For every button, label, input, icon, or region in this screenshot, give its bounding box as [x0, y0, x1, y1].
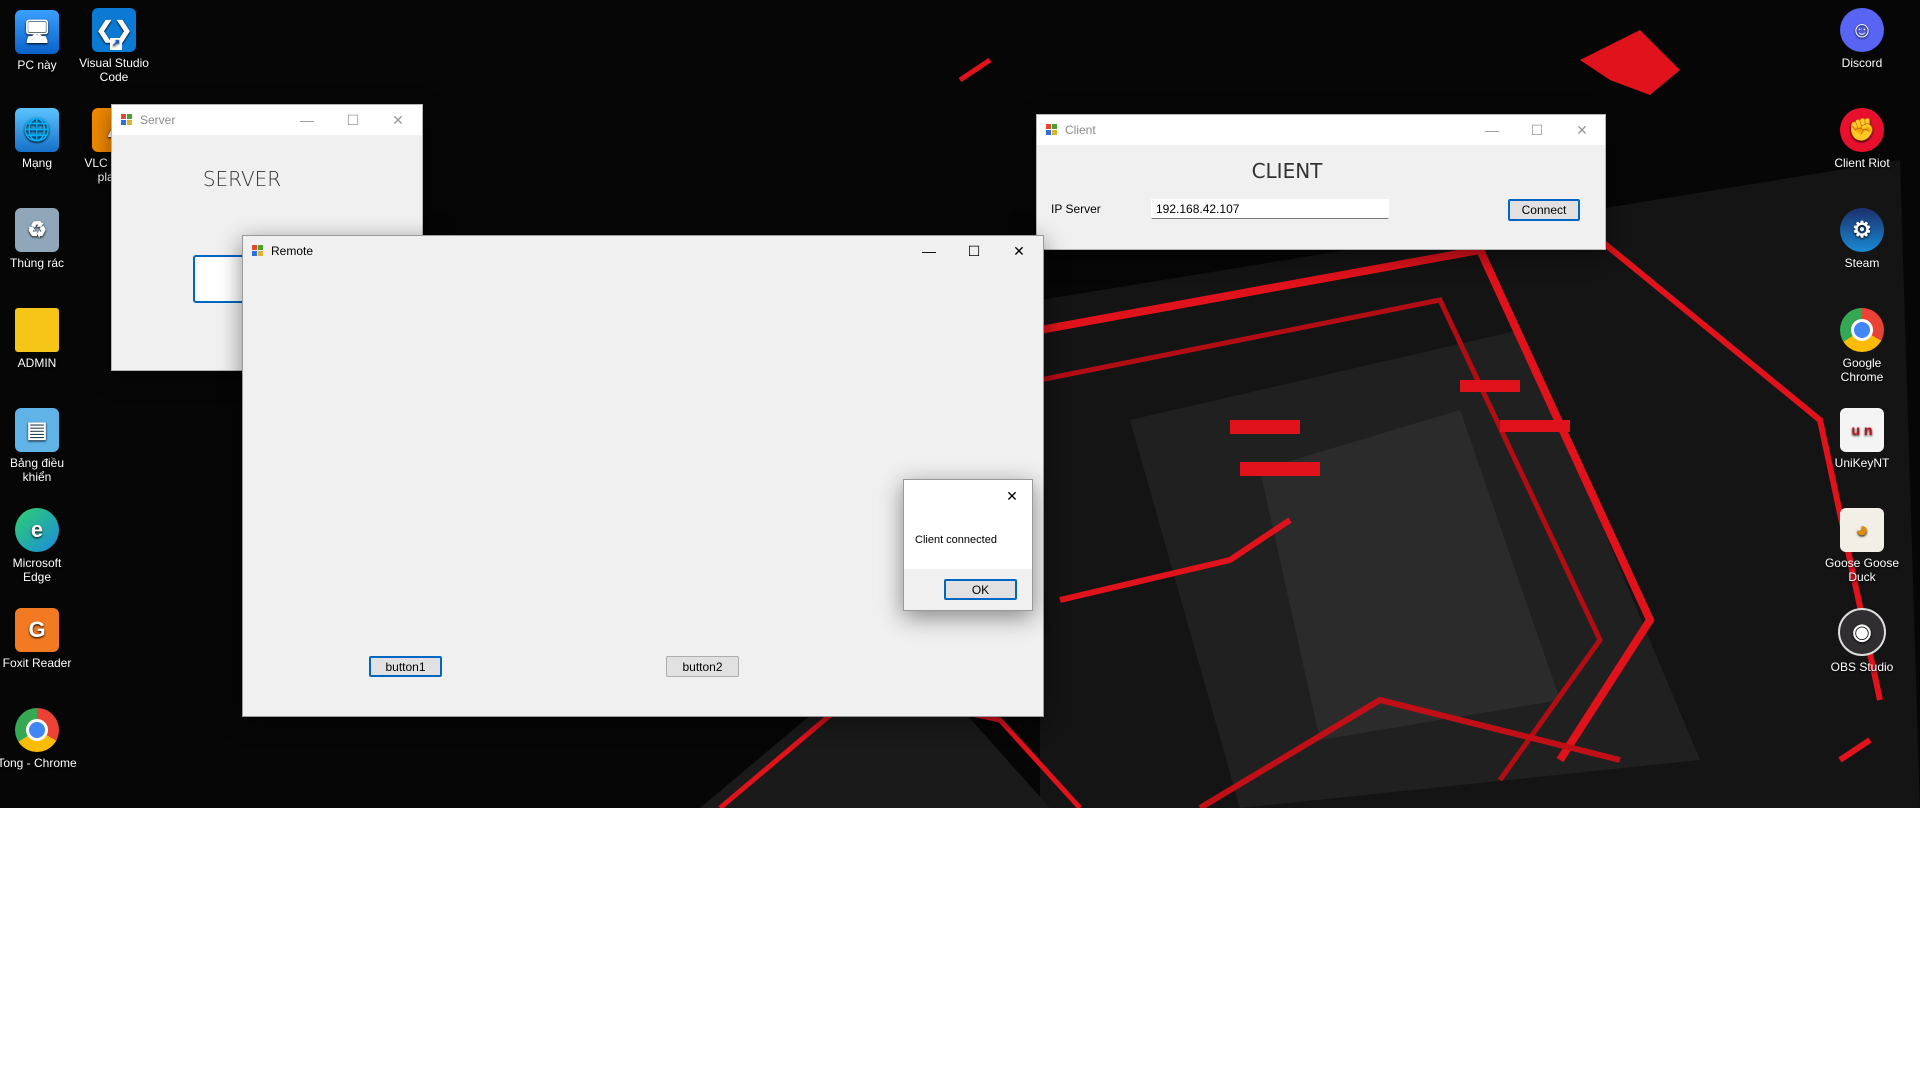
goose-icon: ◕	[1840, 508, 1884, 552]
vscode-icon: ❮❯ ↗	[92, 8, 136, 52]
server-heading: SERVER	[202, 167, 282, 191]
riot-icon: ✊	[1840, 108, 1884, 152]
remote-titlebar[interactable]: Remote — ☐ ✕	[243, 236, 1043, 266]
maximize-button[interactable]: ☐	[331, 105, 375, 135]
discord-icon: ☺	[1840, 8, 1884, 52]
minimize-button[interactable]: —	[285, 105, 329, 135]
desktop-icon-recycle-bin[interactable]: ♻ Thùng rác	[0, 208, 77, 270]
network-icon: 🌐	[15, 108, 59, 152]
remote-title: Remote	[271, 244, 314, 258]
ok-button[interactable]: OK	[944, 579, 1017, 600]
desktop-icon-tong-chrome[interactable]: Tong - Chrome	[0, 708, 77, 770]
unikey-icon: u n	[1840, 408, 1884, 452]
obs-icon: ◉	[1838, 608, 1886, 656]
winforms-app-icon	[1046, 124, 1058, 136]
minimize-button[interactable]: —	[1470, 115, 1514, 145]
chrome-icon	[1840, 308, 1884, 352]
close-button[interactable]: ✕	[997, 236, 1041, 266]
desktop-icon-foxit[interactable]: G Foxit Reader	[0, 608, 77, 670]
desktop-icon-network[interactable]: 🌐 Mạng	[0, 108, 77, 170]
client-heading: CLIENT	[1251, 159, 1323, 183]
message-box-body: ✕ Client connected	[904, 480, 1032, 569]
folder-icon	[15, 308, 59, 352]
desktop-icon-discord[interactable]: ☺ Discord	[1822, 8, 1902, 70]
desktop-icon-riot[interactable]: ✊ Client Riot	[1822, 108, 1902, 170]
message-text: Client connected	[915, 534, 997, 546]
shortcut-arrow-icon: ↗	[110, 38, 122, 50]
client-titlebar[interactable]: Client — ☐ ✕	[1037, 115, 1605, 145]
desktop-icon-google-chrome[interactable]: Google Chrome	[1822, 308, 1902, 384]
desktop-icon-unikey[interactable]: u n UniKeyNT	[1822, 408, 1902, 470]
close-button[interactable]: ✕	[994, 483, 1030, 509]
desktop-icon-vscode[interactable]: ❮❯ ↗ Visual Studio Code	[74, 8, 154, 84]
winforms-app-icon	[121, 114, 133, 126]
close-button[interactable]: ✕	[376, 105, 420, 135]
desktop-icon-pc[interactable]: 🖥 PC này	[0, 10, 77, 72]
steam-icon: ⚙	[1840, 208, 1884, 252]
desktop-icon-control-panel[interactable]: ▤ Bảng điều khiển	[0, 408, 77, 484]
ip-server-input[interactable]: 192.168.42.107	[1151, 199, 1389, 219]
server-title: Server	[140, 113, 176, 127]
button2[interactable]: button2	[666, 656, 739, 677]
foxit-icon: G	[15, 608, 59, 652]
computer-icon: 🖥	[15, 10, 59, 54]
minimize-button[interactable]: —	[907, 236, 951, 266]
client-window[interactable]: Client — ☐ ✕ CLIENT IP Server 192.168.42…	[1036, 114, 1606, 250]
ip-server-label: IP Server	[1051, 202, 1101, 216]
chrome-icon	[15, 708, 59, 752]
maximize-button[interactable]: ☐	[952, 236, 996, 266]
remote-window[interactable]: Remote — ☐ ✕ button1 button2	[242, 235, 1044, 717]
edge-icon: e	[15, 508, 59, 552]
recycle-bin-icon: ♻	[15, 208, 59, 252]
desktop-icon-admin[interactable]: ADMIN	[0, 308, 77, 370]
desktop-icon-obs[interactable]: ◉ OBS Studio	[1822, 608, 1902, 674]
close-button[interactable]: ✕	[1560, 115, 1604, 145]
winforms-app-icon	[252, 245, 264, 257]
button1[interactable]: button1	[369, 656, 442, 677]
client-title: Client	[1065, 123, 1096, 137]
connect-button[interactable]: Connect	[1508, 199, 1580, 221]
desktop-icon-steam[interactable]: ⚙ Steam	[1822, 208, 1902, 270]
maximize-button[interactable]: ☐	[1515, 115, 1559, 145]
message-box[interactable]: ✕ Client connected OK	[903, 479, 1033, 611]
control-panel-icon: ▤	[15, 408, 59, 452]
desktop-icon-goose[interactable]: ◕ Goose Goose Duck	[1822, 508, 1902, 584]
server-titlebar[interactable]: Server — ☐ ✕	[112, 105, 422, 135]
desktop-icon-edge[interactable]: e Microsoft Edge	[0, 508, 77, 584]
